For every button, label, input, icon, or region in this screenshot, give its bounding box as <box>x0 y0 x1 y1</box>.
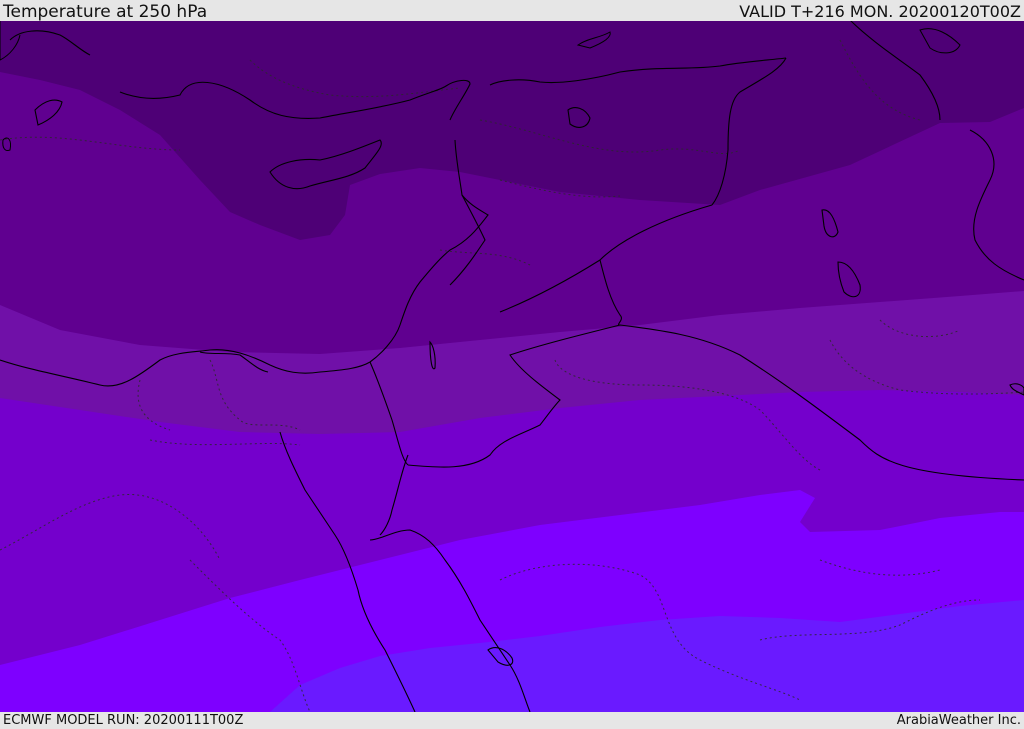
temperature-map[interactable] <box>0 21 1024 712</box>
valid-time: VALID T+216 MON. 20200120T00Z <box>739 2 1021 21</box>
credit: ArabiaWeather Inc. <box>896 713 1021 728</box>
footer-bar: ECMWF MODEL RUN: 20200111T00Z ArabiaWeat… <box>0 712 1024 729</box>
model-run: ECMWF MODEL RUN: 20200111T00Z <box>3 713 244 728</box>
header-bar: Temperature at 250 hPa VALID T+216 MON. … <box>0 0 1024 22</box>
map-title: Temperature at 250 hPa <box>3 2 208 22</box>
